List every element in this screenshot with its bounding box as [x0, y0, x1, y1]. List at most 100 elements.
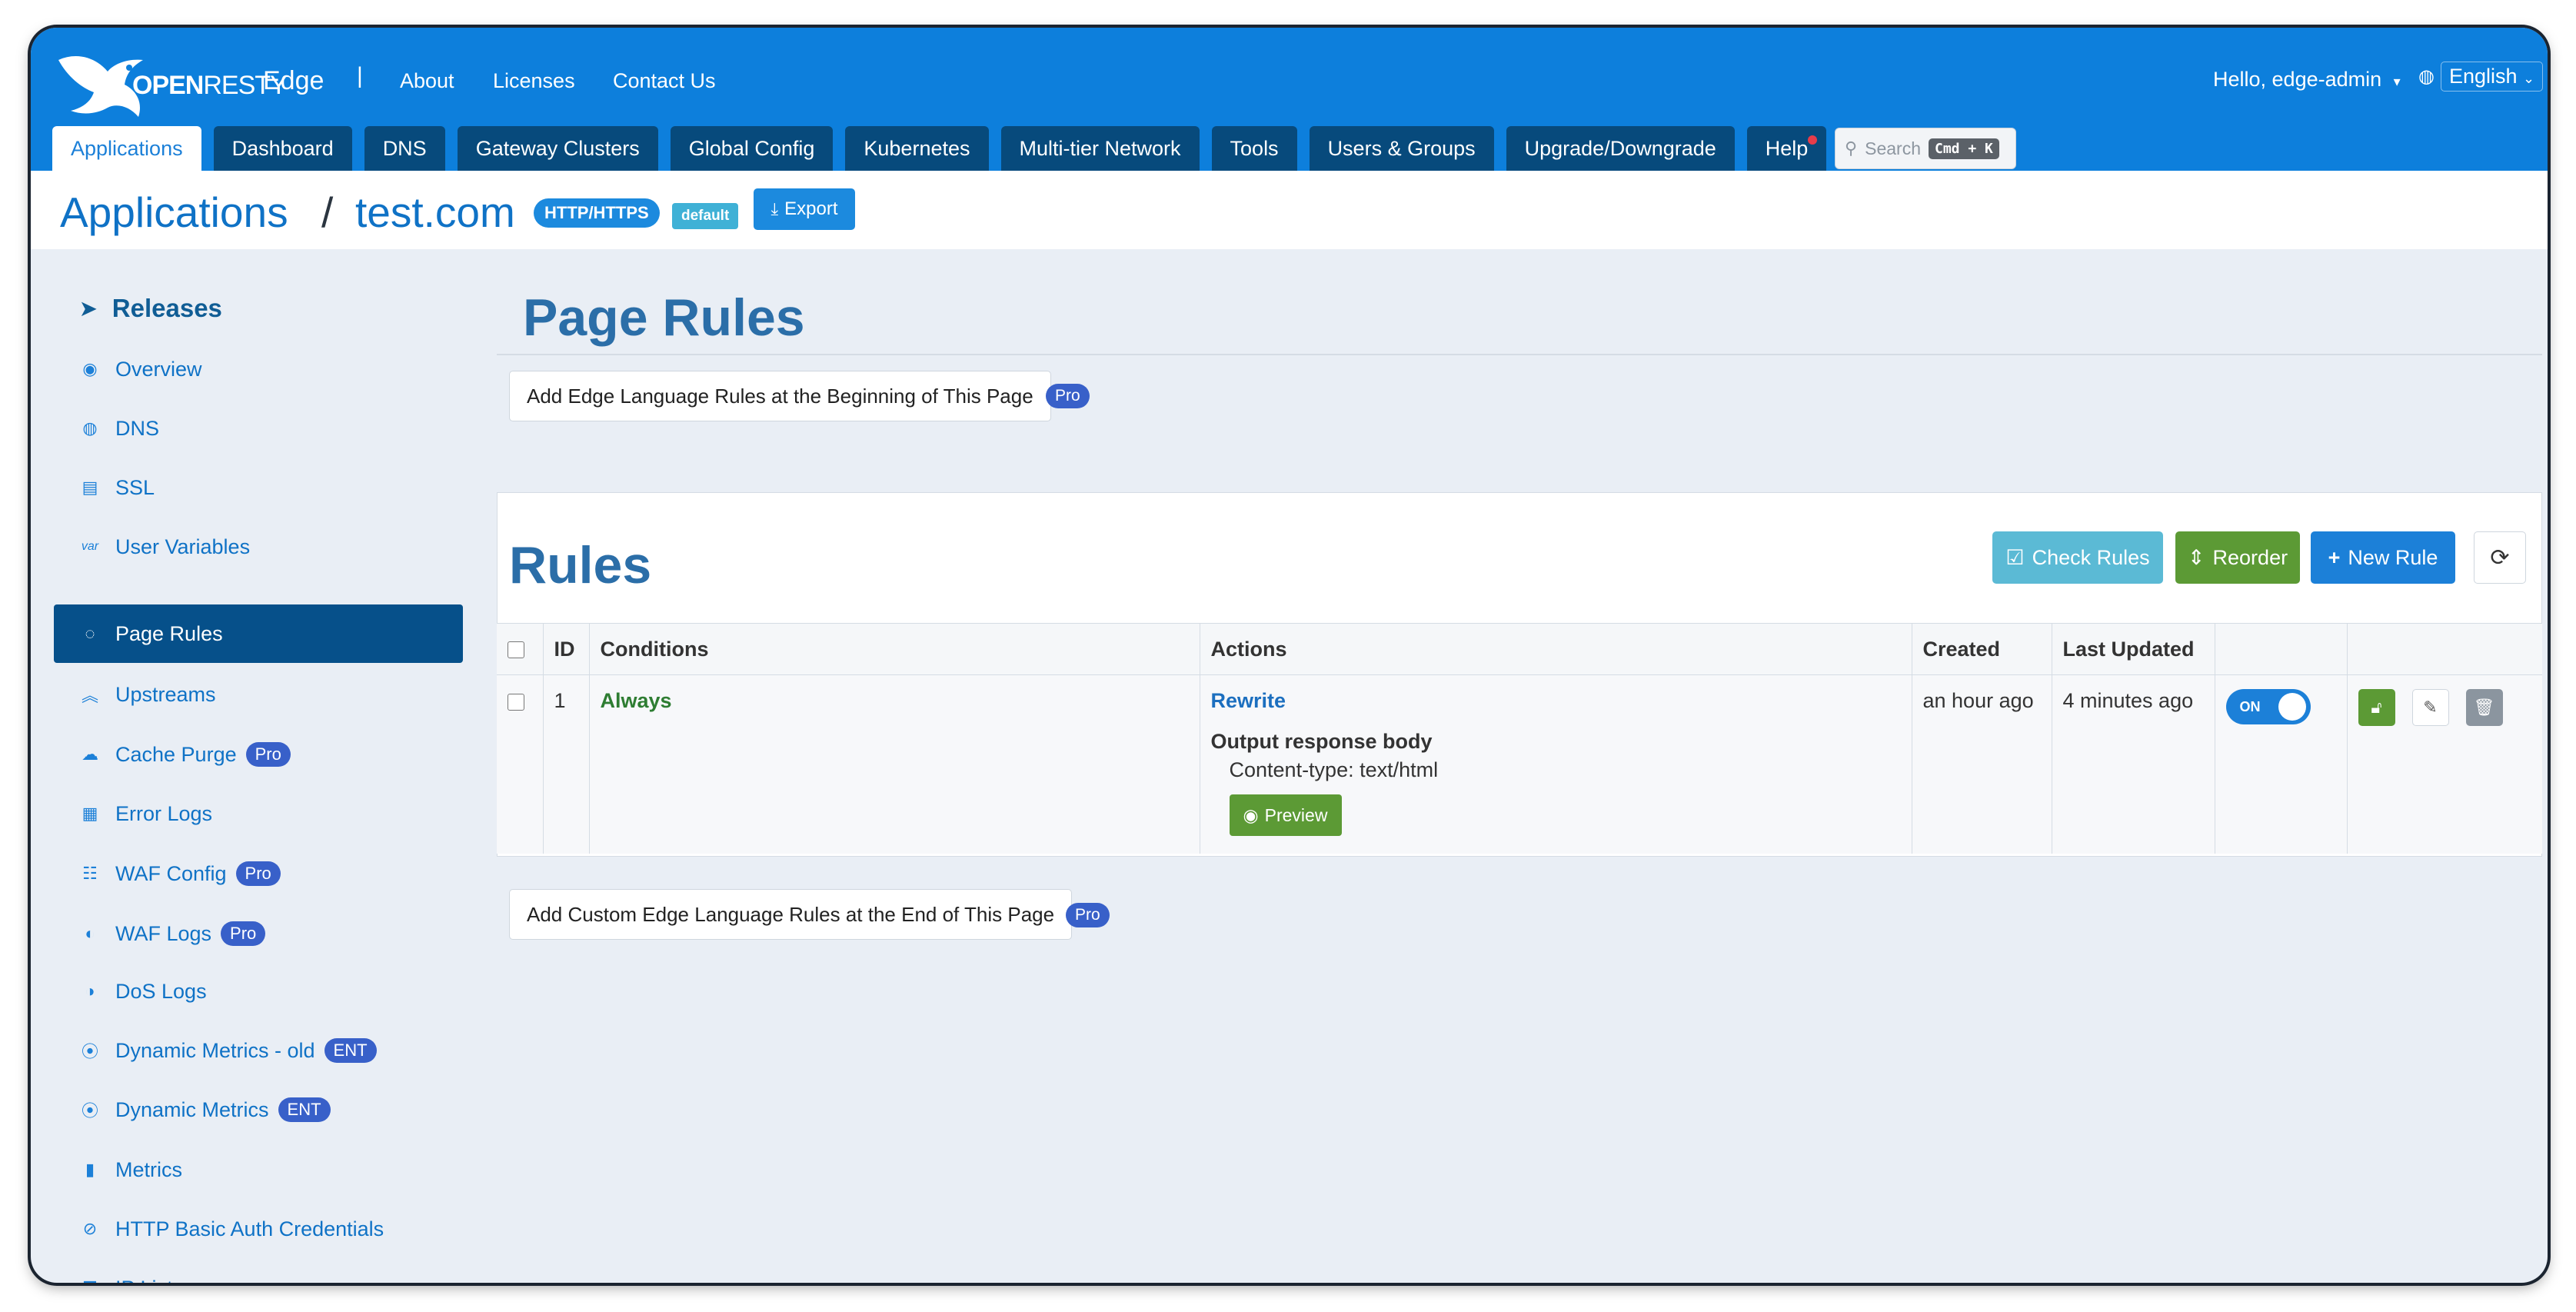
language-selector[interactable]: ◍ English ⌄ [2418, 62, 2544, 92]
rule-action-link[interactable]: Rewrite [1211, 689, 1901, 713]
pro-badge: Pro [221, 921, 266, 946]
dashboard-icon: ◉ [82, 359, 98, 378]
check-square-icon: ☑ [2005, 545, 2025, 569]
row-checkbox[interactable] [508, 693, 524, 711]
sidebar-item-dynamic-metrics[interactable]: ⦿ Dynamic Metrics ENT [54, 1081, 463, 1139]
export-button[interactable]: ⤓ Export [754, 188, 855, 230]
table-row: 1 Always Rewrite Output response body Co… [497, 674, 2542, 854]
sidebar-item-error-logs[interactable]: ▦ Error Logs [54, 784, 463, 843]
col-actions: Actions [1200, 623, 1912, 675]
add-begin-rules-button[interactable]: Add Edge Language Rules at the Beginning… [509, 371, 1051, 421]
breadcrumb-applications[interactable]: Applications [60, 188, 288, 237]
refresh-button[interactable]: ⟳ [2474, 531, 2526, 584]
tab-users-groups[interactable]: Users & Groups [1309, 126, 1494, 171]
error-log-icon: ▦ [82, 804, 98, 823]
pro-badge: Pro [1066, 903, 1110, 927]
rule-enabled-toggle[interactable]: ON [2225, 689, 2311, 724]
user-menu[interactable]: Hello, edge-admin ▾ [2213, 68, 2401, 92]
nav-licenses[interactable]: Licenses [493, 69, 575, 93]
export-label: Export [784, 198, 838, 219]
reorder-button[interactable]: ⇕ Reorder [2175, 531, 2300, 584]
tab-help-label: Help [1765, 137, 1809, 160]
sidebar-item-waf-config[interactable]: ☷ WAF Config Pro [54, 844, 463, 903]
sidebar-item-overview[interactable]: ◉ Overview [54, 340, 463, 398]
sidebar-item-ssl[interactable]: ▤ SSL [54, 458, 463, 517]
sidebar-item-waf-logs[interactable]: ◐ WAF Logs Pro [54, 904, 463, 963]
tab-global-config[interactable]: Global Config [670, 126, 834, 171]
dos-log-icon: ◑ [85, 981, 95, 1001]
add-end-rules-button[interactable]: Add Custom Edge Language Rules at the En… [509, 889, 1073, 940]
delete-button[interactable]: 🗑︎ [2465, 689, 2503, 726]
select-all-checkbox[interactable] [508, 641, 524, 659]
nav-separator: | [357, 63, 363, 88]
page-title: Page Rules [523, 288, 805, 347]
language-value: English ⌄ [2440, 62, 2544, 92]
rule-action-detail: Output response body [1210, 730, 1433, 753]
rules-icon: ◌ [85, 624, 95, 643]
sidebar-item-ip-lists[interactable]: ☰ IP Lists [54, 1259, 463, 1284]
plus-icon: + [2328, 545, 2341, 569]
sidebar-item-dos-logs[interactable]: ◑ DoS Logs [54, 962, 463, 1021]
edit-button[interactable]: ✎ [2411, 689, 2449, 726]
rule-condition: Always [600, 689, 672, 712]
preview-button[interactable]: ◉ Preview [1229, 794, 1342, 836]
row-select-cell [497, 674, 544, 854]
sidebar-heading-label: Releases [111, 294, 222, 322]
tab-gateway-clusters[interactable]: Gateway Clusters [457, 126, 658, 171]
unlock-button[interactable]: 🔓︎ [2358, 689, 2395, 726]
sort-icon: ⇕ [2187, 545, 2205, 569]
sidebar-item-dns[interactable]: ◍ DNS [54, 399, 463, 458]
new-rule-label: New Rule [2348, 545, 2438, 569]
sidebar-item-dynamic-metrics-old[interactable]: ⦿ Dynamic Metrics - old ENT [54, 1021, 463, 1080]
sidebar-item-http-basic-auth[interactable]: ⊘ HTTP Basic Auth Credentials [54, 1200, 463, 1258]
tab-dashboard[interactable]: Dashboard [213, 126, 352, 171]
check-rules-button[interactable]: ☑ Check Rules [1992, 531, 2163, 584]
bar-chart-icon: ▮ [85, 1160, 95, 1179]
notification-dot-icon [1808, 135, 1818, 145]
edit-icon: ✎ [2423, 698, 2438, 717]
tab-multi-tier-network[interactable]: Multi-tier Network [1000, 126, 1200, 171]
auth-icon: ⊘ [82, 1219, 98, 1238]
sidebar-item-metrics[interactable]: ▮ Metrics [54, 1141, 463, 1199]
sidebar-item-user-variables[interactable]: var User Variables [54, 518, 463, 576]
tab-help[interactable]: Help [1746, 126, 1827, 171]
sidebar-item-label: Metrics [115, 1157, 182, 1181]
upstream-icon: ︽ [81, 686, 98, 705]
toggle-knob [2278, 693, 2306, 721]
search-icon: ⚲ [1845, 138, 1858, 158]
nav-contact-us[interactable]: Contact Us [613, 69, 716, 93]
tab-tools[interactable]: Tools [1211, 126, 1297, 171]
refresh-icon: ⟳ [2490, 544, 2510, 571]
waf-log-icon: ◐ [85, 924, 95, 943]
tab-applications[interactable]: Applications [52, 126, 201, 171]
nav-about[interactable]: About [400, 69, 454, 93]
sidebar-item-label: SSL [115, 475, 155, 499]
search-box[interactable]: ⚲ Search Cmd + K [1835, 128, 2016, 169]
tab-dns[interactable]: DNS [364, 126, 445, 171]
sidebar-heading[interactable]: ➤ Releases [80, 294, 222, 323]
sidebar-item-label: Page Rules [115, 621, 223, 645]
col-last-updated: Last Updated [2052, 623, 2215, 675]
new-rule-button[interactable]: + New Rule [2311, 531, 2455, 584]
rules-table: ID Conditions Actions Created Last Updat… [497, 623, 2542, 854]
col-row-actions [2347, 623, 2542, 675]
toggle-label: ON [2239, 699, 2261, 714]
sidebar-item-cache-purge[interactable]: ☁ Cache Purge Pro [54, 725, 463, 784]
sidebar-item-label: Cache Purge [115, 742, 237, 766]
waf-config-icon: ☷ [82, 864, 98, 883]
table-header-row: ID Conditions Actions Created Last Updat… [497, 623, 2542, 675]
check-rules-label: Check Rules [2032, 545, 2150, 569]
tab-kubernetes[interactable]: Kubernetes [845, 126, 989, 171]
rule-updated: 4 minutes ago [2052, 674, 2215, 854]
breadcrumb-separator: / [321, 188, 334, 236]
var-icon: var [81, 540, 99, 553]
user-greeting: Hello, edge-admin [2213, 68, 2382, 91]
product-name: Edge [263, 66, 324, 95]
tab-upgrade-downgrade[interactable]: Upgrade/Downgrade [1506, 126, 1735, 171]
rule-row-actions-cell: 🔓︎ ✎ 🗑︎ [2347, 674, 2542, 854]
pro-badge: Pro [245, 742, 291, 767]
list-icon: ☰ [80, 1278, 100, 1283]
title-divider [497, 354, 2542, 355]
sidebar-item-upstreams[interactable]: ︽ Upstreams [54, 665, 463, 724]
sidebar-item-page-rules[interactable]: ◌ Page Rules [54, 604, 463, 663]
